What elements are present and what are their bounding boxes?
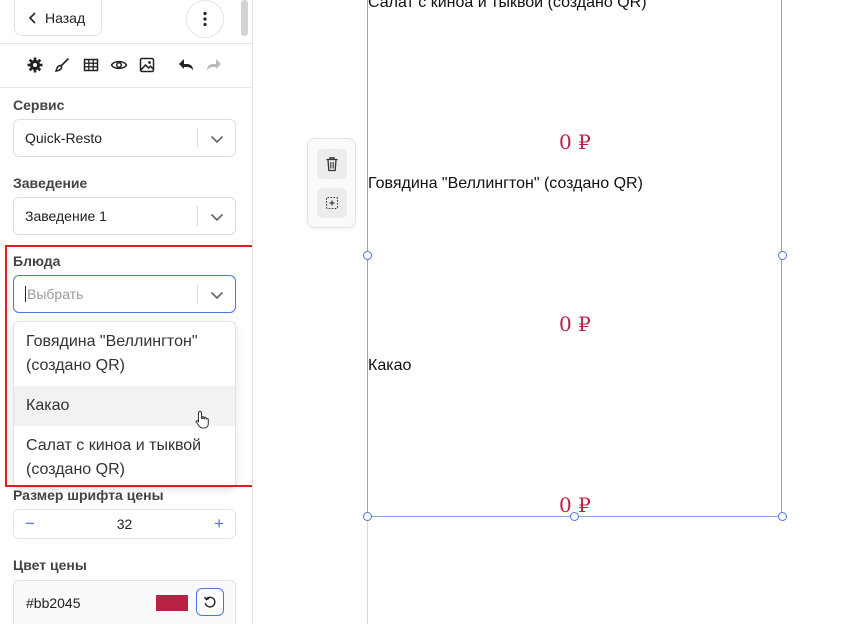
- align-center-icon: [325, 196, 339, 210]
- price-color-value: #bb2045: [26, 594, 81, 611]
- resize-handle[interactable]: [363, 512, 372, 521]
- dish-price: 0 ₽: [559, 130, 591, 154]
- price-color-field[interactable]: #bb2045: [13, 580, 236, 624]
- venue-label: Заведение: [13, 175, 88, 191]
- dishes-label: Блюда: [13, 253, 61, 269]
- font-size-value: 32: [116, 516, 133, 532]
- venue-select[interactable]: Заведение 1: [13, 197, 236, 235]
- back-button[interactable]: Назад: [14, 0, 102, 36]
- dish-name: Салат с киноа и тыквой (создано QR): [368, 0, 647, 11]
- dish-name: Какао: [368, 357, 412, 374]
- delete-button[interactable]: [317, 149, 347, 179]
- back-label: Назад: [45, 9, 86, 26]
- table-icon[interactable]: [80, 54, 102, 76]
- dishes-placeholder: Выбрать: [27, 286, 84, 302]
- undo-icon[interactable]: [175, 54, 197, 76]
- image-icon[interactable]: [136, 54, 158, 76]
- decrement-button[interactable]: −: [25, 514, 35, 534]
- selected-widget-frame[interactable]: [367, 0, 782, 517]
- floating-toolbar: [307, 138, 356, 228]
- dropdown-option[interactable]: Салат с киноа и тыквой (создано QR): [14, 434, 235, 482]
- dish-name: Говядина "Веллингтон" (создано QR): [368, 175, 643, 192]
- trash-icon: [326, 157, 338, 172]
- editor-page: Назад Сервис Quick-Resto Заведение Завед…: [0, 0, 864, 624]
- reset-color-button[interactable]: [196, 588, 224, 616]
- resize-handle[interactable]: [363, 251, 372, 260]
- service-label: Сервис: [13, 97, 65, 113]
- reset-icon: [203, 596, 216, 608]
- increment-button[interactable]: +: [214, 514, 224, 534]
- chevron-down-icon: [210, 213, 224, 222]
- dish-price: 0 ₽: [559, 312, 591, 336]
- eye-icon[interactable]: [108, 54, 130, 76]
- settings-sidebar: Назад Сервис Quick-Resto Заведение Завед…: [0, 0, 253, 624]
- more-options-button[interactable]: [186, 0, 224, 38]
- select-separator: [197, 284, 198, 304]
- chevron-left-icon: [28, 11, 36, 24]
- chevron-down-icon: [210, 291, 224, 300]
- more-vertical-icon: [203, 11, 207, 27]
- hand-pointer-icon: [195, 410, 209, 429]
- dishes-select[interactable]: Выбрать: [13, 275, 236, 313]
- chevron-down-icon: [210, 135, 224, 144]
- editor-toolbar: [0, 44, 252, 86]
- service-value: Quick-Resto: [25, 130, 103, 146]
- brush-icon[interactable]: [51, 54, 73, 76]
- dishes-dropdown: Говядина "Веллингтон" (создано QR) Какао…: [13, 321, 236, 488]
- divider: [0, 87, 252, 88]
- select-separator: [197, 128, 198, 148]
- gear-icon[interactable]: [24, 54, 46, 76]
- redo-icon[interactable]: [203, 54, 225, 76]
- service-select[interactable]: Quick-Resto: [13, 119, 236, 157]
- dish-price: 0 ₽: [559, 493, 591, 517]
- resize-handle[interactable]: [778, 512, 787, 521]
- text-caret: [25, 286, 26, 302]
- font-size-stepper[interactable]: − 32 +: [13, 509, 236, 539]
- resize-handle[interactable]: [778, 251, 787, 260]
- font-size-label: Размер шрифта цены: [13, 487, 164, 503]
- sidebar-scrollbar[interactable]: [241, 0, 248, 36]
- color-swatch[interactable]: [156, 595, 188, 611]
- price-color-label: Цвет цены: [13, 557, 87, 573]
- dropdown-option[interactable]: Говядина "Веллингтон" (создано QR): [14, 330, 235, 378]
- venue-value: Заведение 1: [25, 208, 107, 224]
- select-separator: [197, 206, 198, 226]
- align-center-button[interactable]: [317, 188, 347, 218]
